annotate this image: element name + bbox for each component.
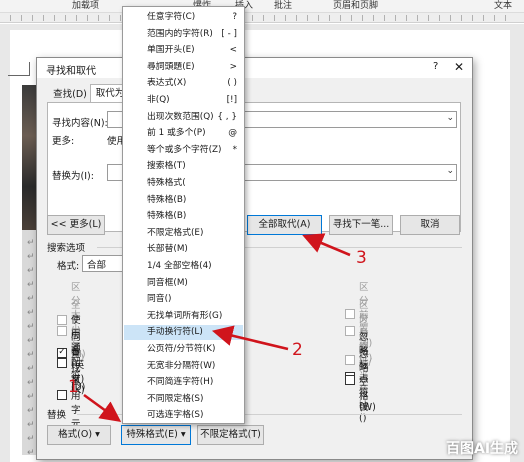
- annotation-number-3: 3: [356, 248, 367, 268]
- arrow-1: [83, 393, 122, 423]
- arrow-2: [211, 325, 289, 351]
- arrow-3: [302, 233, 351, 257]
- watermark-text: 百图AI生成: [446, 441, 519, 457]
- annotation-number-1: 1: [68, 377, 79, 397]
- annotation-number-2: 2: [292, 340, 303, 360]
